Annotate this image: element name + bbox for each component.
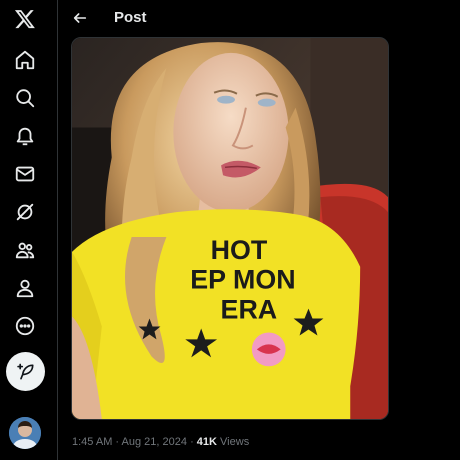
sidebar-item-grok[interactable] <box>6 193 44 231</box>
post-time[interactable]: 1:45 AM <box>72 436 112 448</box>
x-logo-link[interactable] <box>6 0 44 38</box>
back-button[interactable] <box>68 6 92 30</box>
page-title: Post <box>114 9 147 26</box>
sidebar-nav <box>0 0 50 460</box>
home-icon <box>15 50 35 70</box>
sidebar-item-profile[interactable] <box>6 269 44 307</box>
shirt-text-line-2: EP MON <box>190 265 295 295</box>
shirt-text-line-3: ERA <box>221 295 278 325</box>
separator-dot: · <box>115 436 120 448</box>
sidebar-item-home[interactable] <box>6 41 44 79</box>
post-date[interactable]: Aug 21, 2024 <box>122 436 187 448</box>
separator-dot: · <box>190 436 194 448</box>
sidebar-item-more[interactable] <box>6 307 44 345</box>
arrow-left-icon <box>73 13 87 23</box>
grok-icon <box>16 203 34 221</box>
photo-image: HOT EP MON ERA <box>72 38 388 419</box>
views-label: Views <box>220 436 250 448</box>
more-circle-icon <box>15 316 35 336</box>
bell-icon <box>16 127 34 146</box>
post-timestamp-line: 1:45 AM · Aug 21, 2024 · 41K Views <box>72 436 249 448</box>
post-media-photo[interactable]: HOT EP MON ERA <box>71 37 389 420</box>
shirt-text-line-1: HOT <box>211 235 268 265</box>
feather-plus-icon <box>16 363 34 379</box>
communities-icon <box>15 242 35 259</box>
sidebar-item-explore[interactable] <box>6 79 44 117</box>
person-icon <box>16 279 34 298</box>
column-divider <box>57 0 58 460</box>
envelope-icon <box>15 166 35 182</box>
sidebar-item-messages[interactable] <box>6 155 44 193</box>
account-avatar[interactable] <box>9 417 41 449</box>
sidebar-item-communities[interactable] <box>6 231 44 269</box>
avatar-image <box>9 417 41 449</box>
post-header: Post <box>58 0 460 36</box>
x-logo-icon <box>14 10 35 29</box>
compose-post-button[interactable] <box>6 352 45 391</box>
search-icon <box>16 89 35 108</box>
sidebar-item-notifications[interactable] <box>6 117 44 155</box>
views-count[interactable]: 41K <box>197 436 217 448</box>
